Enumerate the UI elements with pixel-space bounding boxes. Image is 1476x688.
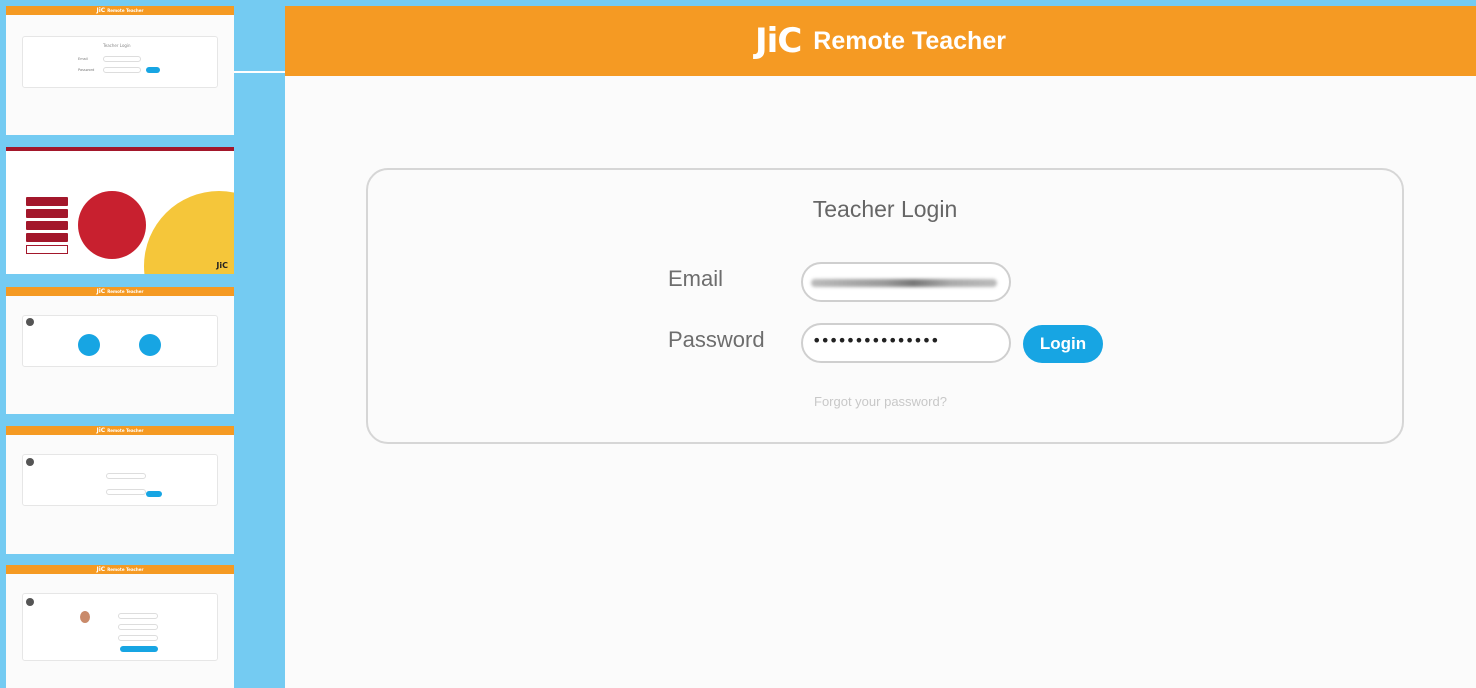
app-header: JiC Remote Teacher — [285, 6, 1476, 76]
thumb-logo: JiC — [96, 427, 106, 434]
email-value-blurred — [811, 279, 997, 287]
thumb-card — [22, 315, 218, 367]
thumb-logo: JiC — [96, 7, 106, 14]
thumb-avatar — [80, 611, 90, 623]
thumb-logo: JiC — [96, 288, 106, 295]
thumbnail-menu[interactable]: JiC — [6, 147, 234, 274]
thumb-field — [118, 613, 158, 619]
password-value: ••••••••••••••• — [812, 331, 940, 350]
thumb-illustration — [78, 191, 146, 259]
jic-logo: JiC — [755, 21, 802, 61]
thumb-header: JiC Remote Teacher — [6, 6, 234, 15]
thumb-card — [22, 454, 218, 506]
thumb-field — [106, 489, 146, 495]
login-heading: Teacher Login — [812, 196, 958, 222]
thumb-logo: JiC — [96, 566, 106, 573]
thumbnail-choose[interactable]: JiC Remote Teacher — [6, 287, 234, 414]
thumb-save-button — [120, 646, 158, 652]
login-button[interactable]: Login — [1023, 325, 1103, 363]
thumb-menu-item — [26, 197, 68, 206]
main-preview: JiC Remote Teacher Teacher Login Email P… — [285, 6, 1476, 688]
forgot-password-link[interactable]: Forgot your password? — [814, 394, 947, 409]
email-field[interactable] — [801, 262, 1011, 302]
thumb-back-icon — [26, 318, 34, 326]
thumb-field — [118, 624, 158, 630]
password-label: Password — [668, 327, 765, 352]
thumb-logo: JiC — [216, 261, 228, 270]
thumb-header: JiC Remote Teacher — [6, 565, 234, 574]
thumbnail-change-password[interactable]: JiC Remote Teacher — [6, 426, 234, 554]
login-card: Teacher Login Email Password •••••••••••… — [366, 168, 1404, 444]
thumb-email-label: Email — [78, 57, 88, 61]
thumb-field — [118, 635, 158, 641]
thumbnail-selection-connector — [234, 71, 285, 73]
thumb-back-icon — [26, 598, 34, 606]
app-title: Remote Teacher — [813, 26, 1006, 55]
thumb-circle-button — [139, 334, 161, 356]
thumb-circle-button — [78, 334, 100, 356]
thumb-field — [106, 473, 146, 479]
thumb-title: Remote Teacher — [107, 428, 144, 433]
thumb-card-title: Teacher Login — [103, 43, 131, 48]
thumb-menu-item — [26, 209, 68, 218]
email-label: Email — [668, 266, 724, 291]
thumb-header: JiC Remote Teacher — [6, 287, 234, 296]
thumbnail-login[interactable]: JiC Remote Teacher Teacher Login Email P… — [6, 6, 234, 135]
thumb-submit-button — [146, 491, 162, 497]
thumb-password-label: Password — [78, 68, 95, 72]
thumb-title: Remote Teacher — [107, 8, 144, 13]
thumb-title: Remote Teacher — [107, 567, 144, 572]
password-field[interactable]: ••••••••••••••• — [801, 323, 1011, 363]
thumb-menu-item-white — [26, 245, 68, 254]
thumb-password-field — [103, 67, 141, 73]
thumbnail-profile[interactable]: JiC Remote Teacher — [6, 565, 234, 688]
thumb-login-button — [146, 67, 160, 73]
thumb-title: Remote Teacher — [107, 289, 144, 294]
thumb-back-icon — [26, 458, 34, 466]
thumb-menu-topbar — [6, 147, 234, 151]
thumb-menu-item — [26, 221, 68, 230]
thumb-header: JiC Remote Teacher — [6, 426, 234, 435]
thumb-menu-item — [26, 233, 68, 242]
thumb-email-field — [103, 56, 141, 62]
